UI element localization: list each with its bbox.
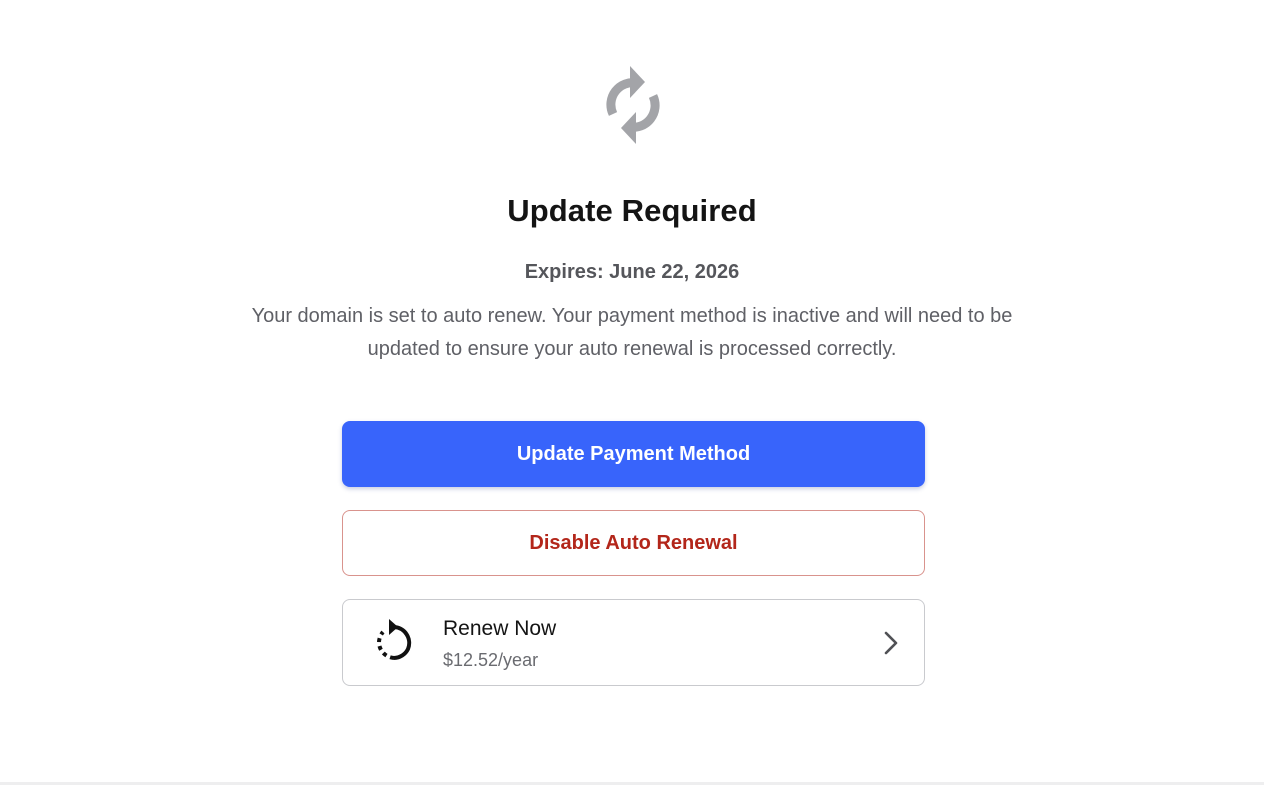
renew-clock-icon: [377, 619, 412, 660]
disable-auto-renewal-button[interactable]: Disable Auto Renewal: [342, 510, 925, 576]
description-text: Your domain is set to auto renew. Your p…: [251, 305, 1013, 360]
refresh-icon: [606, 66, 660, 144]
renew-now-title: Renew Now: [443, 617, 557, 640]
page-title: Update Required: [507, 193, 757, 228]
update-payment-method-button[interactable]: Update Payment Method: [342, 421, 925, 487]
renew-now-button[interactable]: Renew Now $12.52/year: [342, 599, 925, 686]
chevron-right-icon: [884, 631, 898, 655]
update-required-page: Update Required Expires: June 22, 2026 Y…: [0, 0, 1264, 785]
update-payment-method-label: Update Payment Method: [516, 442, 751, 465]
renew-price: $12.52/year: [443, 650, 539, 670]
expiration-date: Expires: June 22, 2026: [524, 261, 740, 283]
disable-auto-renewal-label: Disable Auto Renewal: [529, 531, 738, 554]
